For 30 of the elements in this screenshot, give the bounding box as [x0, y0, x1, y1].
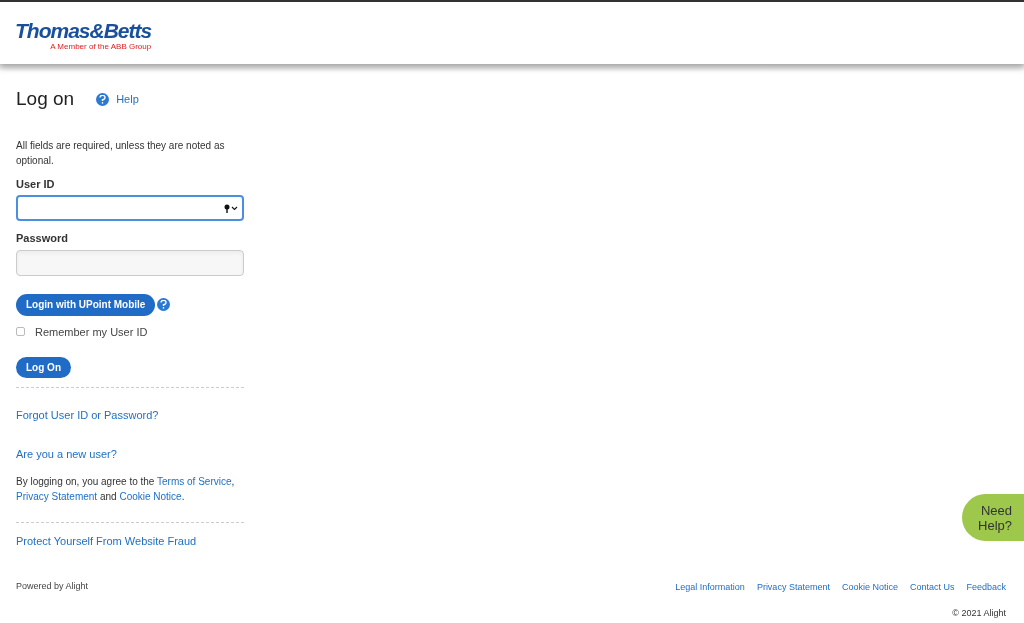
forgot-credentials-link[interactable]: Forgot User ID or Password? — [16, 407, 244, 424]
footer-link[interactable]: Feedback — [966, 581, 1006, 595]
field-label: Password — [16, 231, 69, 246]
help-icon[interactable] — [157, 298, 171, 311]
powered-by-text: Powered by Alight — [16, 579, 89, 593]
instructions-text: All fields are required, unless they are noted as optional. — [16, 138, 226, 168]
log-on-button[interactable]: Log On — [16, 357, 71, 378]
remember-checkbox[interactable] — [16, 327, 25, 337]
field-label: User ID — [16, 176, 56, 192]
help-icon — [96, 92, 110, 106]
input-field[interactable] — [16, 249, 244, 276]
input-field[interactable] — [16, 195, 244, 221]
key-icon — [224, 203, 238, 213]
policy-link[interactable]: Terms of Service — [157, 476, 232, 487]
upoint-login-button[interactable]: Login with UPoint Mobile — [16, 293, 156, 316]
policy-link[interactable]: Privacy Statement — [16, 491, 98, 502]
terms-agreement-text: By logging on, you agree to the Terms of Service, Privacy Statement and Cookie Notice. — [16, 475, 236, 504]
copyright-text: © 2021 Alight — [952, 606, 1006, 620]
new-user-link[interactable]: Are you a new user? — [16, 445, 244, 462]
policy-link[interactable]: Cookie Notice — [119, 491, 182, 502]
footer-link[interactable]: Privacy Statement — [756, 581, 830, 595]
help-link[interactable]: Help — [96, 91, 139, 108]
fraud-link[interactable]: Protect Yourself From Website Fraud — [16, 533, 244, 550]
footer-link[interactable]: Contact Us — [909, 581, 955, 595]
need-help-button[interactable]: Need Help? — [962, 494, 1024, 541]
remember-label[interactable]: Remember my User ID — [35, 323, 148, 340]
footer-link[interactable]: Legal Information — [675, 581, 745, 595]
logo[interactable]: Thomas&Betts A Member of the ABB Group — [15, 20, 152, 52]
footer-link[interactable]: Cookie Notice — [841, 581, 898, 595]
page-title: Log on — [16, 87, 75, 111]
